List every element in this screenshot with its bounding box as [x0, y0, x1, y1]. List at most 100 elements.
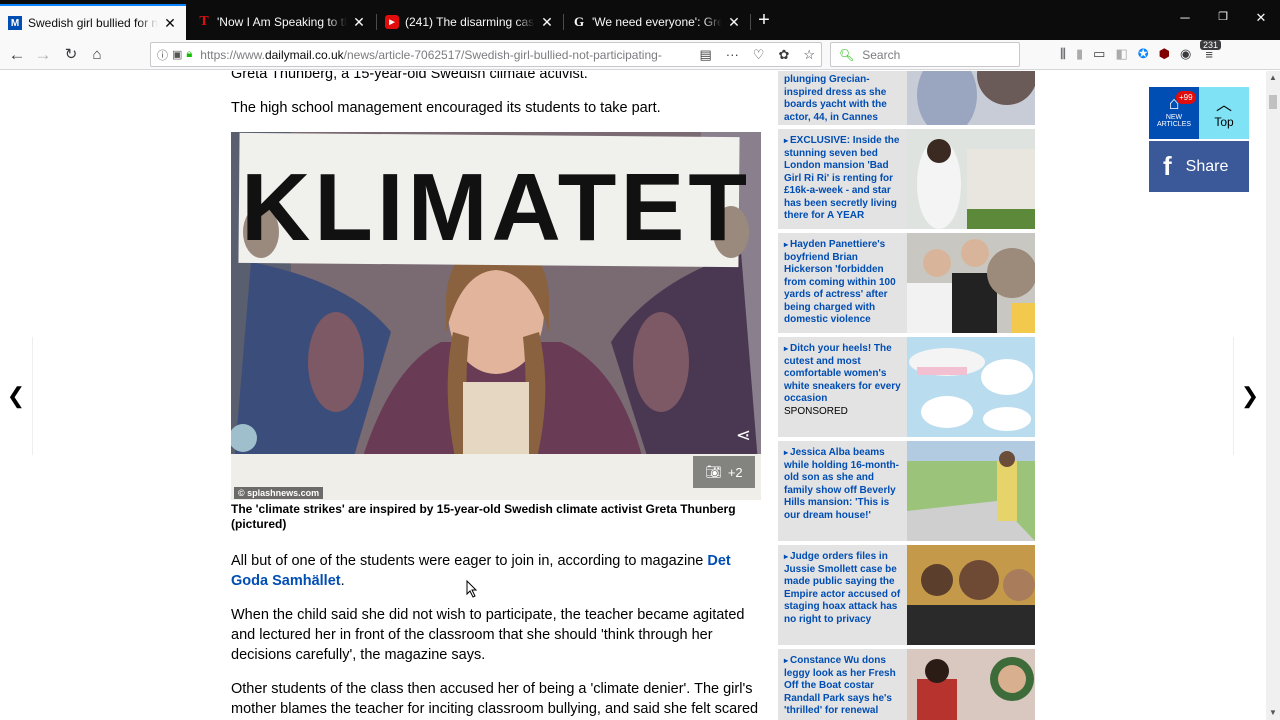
sidebar-thumbnail: [907, 649, 1035, 720]
extension-icon[interactable]: ✿: [778, 47, 789, 63]
share-icon[interactable]: ⋖: [736, 425, 751, 446]
sidebar-thumbnail: [907, 337, 1035, 437]
reader-view-icon[interactable]: ▤: [699, 47, 711, 63]
scrollbar-thumb[interactable]: [1269, 95, 1277, 109]
scroll-up-icon[interactable]: ▲: [1266, 71, 1280, 85]
youtube-favicon-icon: ▶: [385, 15, 399, 29]
info-icon[interactable]: ⓘ: [157, 47, 168, 63]
tab-title: Swedish girl bullied for not participati…: [28, 16, 158, 30]
reader-icon[interactable]: ▭: [1093, 46, 1105, 62]
sidebar-item-text: ▸ Jessica Alba beams while holding 16-mon…: [784, 447, 902, 522]
new-articles-label: NEW ARTICLES: [1156, 114, 1192, 128]
guardian-favicon-icon: G: [573, 14, 585, 29]
facebook-icon: f: [1163, 151, 1172, 181]
sidebar-item[interactable]: ▸ Ditch your heels! The cutest and most c…: [778, 337, 1035, 437]
sidebar-item-headline: Hayden Panettiere's boyfriend Brian Hick…: [784, 239, 896, 325]
paragraph-text: .: [340, 573, 345, 589]
tab-time[interactable]: T 'Now I Am Speaking to the Whole World'…: [189, 4, 375, 40]
forward-icon[interactable]: →: [32, 44, 54, 66]
arrow-icon: ▸: [784, 552, 789, 561]
ublock-icon[interactable]: ⬢: [1159, 46, 1170, 62]
close-icon[interactable]: ✕: [726, 14, 742, 31]
toolbar-icons: ⫼ ▮ ▭ ◧ ✪ ⬢ ◉ ≡: [1060, 46, 1213, 62]
article-photo[interactable]: KLIMATET ⋖ 📷︎ +2 © splashnews.com: [231, 132, 761, 500]
back-to-top-button[interactable]: ︿ Top: [1199, 87, 1249, 139]
arrow-icon: ▸: [784, 656, 789, 665]
share-label: Share: [1185, 157, 1229, 175]
new-articles-button[interactable]: ⌂ NEW ARTICLES +99: [1149, 87, 1199, 139]
previous-article-arrow[interactable]: ❮: [0, 337, 33, 455]
sidebar-icon[interactable]: ▮: [1076, 46, 1083, 62]
dailymail-favicon-icon: M: [8, 16, 22, 30]
sidebar-item-headline: plunging Grecian-inspired dress as she b…: [784, 74, 887, 123]
new-tab-button[interactable]: +: [754, 8, 774, 32]
scroll-down-icon[interactable]: ▼: [1266, 706, 1280, 720]
arrow-icon: ▸: [784, 448, 789, 457]
url-bar[interactable]: ⓘ ▣ 🔒︎ https://www.dailymail.co.uk/news/…: [150, 42, 822, 67]
gallery-count: +2: [727, 464, 743, 480]
sponsored-label: SPONSORED: [784, 405, 848, 417]
paragraph-teacher: When the child said she did not wish to …: [231, 607, 745, 663]
close-icon[interactable]: ✕: [162, 15, 178, 32]
page-actions-icon[interactable]: ···: [726, 47, 739, 63]
reload-icon[interactable]: ↻: [60, 44, 82, 66]
pocket-icon[interactable]: ♡: [753, 47, 765, 63]
greta-protest-image: KLIMATET: [231, 132, 761, 500]
gallery-button[interactable]: 📷︎ +2: [693, 456, 755, 488]
sidebar-thumbnail: [907, 71, 1035, 125]
search-placeholder: Search: [862, 47, 901, 62]
sidebar-item[interactable]: ▸ EXCLUSIVE: Inside the stunning seven be…: [778, 129, 1035, 229]
close-icon[interactable]: ✕: [539, 14, 555, 31]
camera-icon: 📷︎: [705, 464, 722, 479]
photo-sign-text: KLIMATET: [241, 154, 751, 261]
scrollbar[interactable]: ▲ ▼: [1266, 71, 1280, 720]
addon-icon[interactable]: ◧: [1115, 46, 1127, 62]
sidebar-item[interactable]: ▸ Constance Wu dons leggy look as her Fre…: [778, 649, 1035, 720]
chevron-left-icon: ❮: [6, 383, 26, 408]
search-input[interactable]: 🔍︎ Search: [830, 42, 1020, 67]
next-article-arrow[interactable]: ❯: [1233, 337, 1266, 455]
sidebar-item-text: ▸ EXCLUSIVE: Inside the stunning seven be…: [784, 135, 902, 223]
vpn-icon[interactable]: ✪: [1138, 46, 1149, 62]
url-path: /news/article-7062517/Swedish-girl-bulli…: [343, 47, 662, 62]
close-icon[interactable]: ✕: [351, 14, 367, 31]
account-icon[interactable]: ◉: [1180, 46, 1191, 62]
url-domain: dailymail.co.uk: [264, 47, 344, 62]
library-icon[interactable]: ⫼: [1060, 46, 1066, 62]
lock-icon[interactable]: 🔒︎: [186, 48, 192, 61]
minimize-icon[interactable]: ─: [1175, 10, 1195, 25]
sidebar-item[interactable]: ▸ Hayden Panettiere's boyfriend Brian Hic…: [778, 233, 1035, 333]
sidebar-item-headline: Ditch your heels! The cutest and most co…: [784, 343, 901, 404]
permissions-icon[interactable]: ▣: [172, 48, 182, 61]
restore-icon[interactable]: ❐: [1213, 10, 1233, 23]
intro-line: Greta Thunberg, a 15-year-old Swedish cl…: [231, 71, 588, 82]
sidebar-item-headline: EXCLUSIVE: Inside the stunning seven bed…: [784, 135, 900, 221]
tab-youtube[interactable]: ▶ (241) The disarming case to act ✕: [377, 4, 563, 40]
sidebar-item-headline: Judge orders files in Jussie Smollett ca…: [784, 551, 901, 625]
tab-title: (241) The disarming case to act: [405, 15, 535, 29]
paragraph-join: All but of one of the students were eage…: [231, 551, 761, 591]
sidebar-item[interactable]: ▸ Judge orders files in Jussie Smollett c…: [778, 545, 1035, 645]
url-text[interactable]: https://www.dailymail.co.uk/news/article…: [200, 48, 699, 62]
top-label: Top: [1214, 115, 1234, 129]
bookmark-star-icon[interactable]: ☆: [803, 47, 815, 63]
photo-caption: The 'climate strikes' are inspired by 15…: [231, 502, 736, 531]
site-info-icons[interactable]: ⓘ ▣ 🔒︎: [151, 47, 192, 63]
tab-guardian[interactable]: G 'We need everyone': Greta Thunberg ✕: [564, 4, 750, 40]
sidebar-item[interactable]: ▸ Jessica Alba beams while holding 16-mon…: [778, 441, 1035, 541]
back-icon[interactable]: ←: [6, 44, 28, 66]
close-window-icon[interactable]: ✕: [1251, 10, 1271, 26]
arrow-icon: ▸: [784, 240, 789, 249]
tab-dailymail[interactable]: M Swedish girl bullied for not participa…: [0, 4, 186, 40]
home-icon[interactable]: ⌂: [86, 44, 108, 66]
sidebar-item-text: ▸ Constance Wu dons leggy look as her Fre…: [784, 655, 902, 718]
paragraph-students: Other students of the class then accused…: [231, 681, 759, 717]
mouse-cursor-icon: [466, 580, 478, 598]
sidebar-item[interactable]: plunging Grecian-inspired dress as she b…: [778, 71, 1035, 125]
sidebar-item-text: ▸ Hayden Panettiere's boyfriend Brian Hic…: [784, 239, 902, 327]
sidebar-item-headline: Constance Wu dons leggy look as her Fres…: [784, 655, 896, 716]
sidebar-thumbnail: [907, 233, 1035, 333]
facebook-share-button[interactable]: f Share: [1149, 141, 1249, 192]
sidebar-thumbnail: [907, 129, 1035, 229]
url-prefix: https://www.: [200, 47, 265, 62]
